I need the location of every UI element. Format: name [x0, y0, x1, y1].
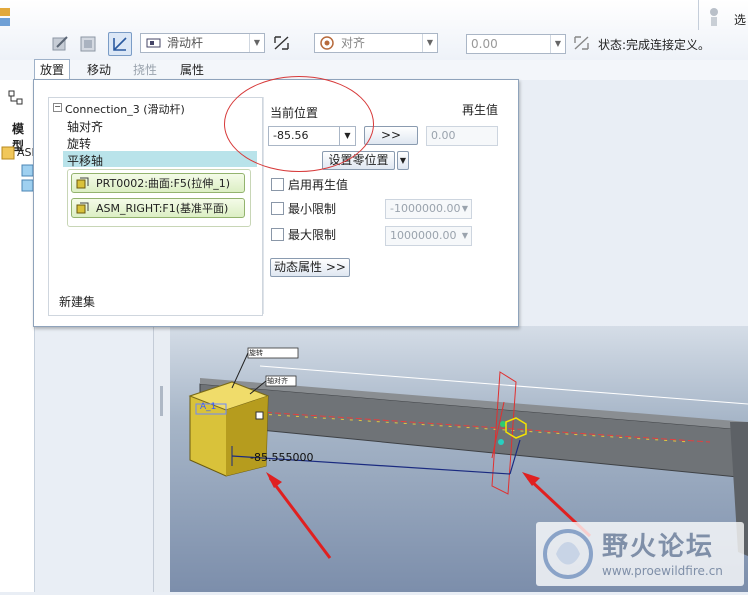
regen-value-input[interactable]: 0.00	[426, 126, 498, 146]
max-limit-label: 最大限制	[288, 228, 337, 242]
enable-regen-label: 启用再生值	[288, 178, 349, 192]
reference-datum-plane[interactable]: ASM_RIGHT:F1(基准平面)	[71, 198, 245, 218]
pause-icon[interactable]	[706, 6, 722, 28]
reference-surface[interactable]: PRT0002:曲面:F5(拉伸_1)	[71, 173, 245, 193]
dimension-label[interactable]: -85.555000	[250, 451, 313, 464]
tag-axis: 轴对齐	[267, 377, 288, 385]
max-limit-value: 1000000.00	[390, 229, 457, 242]
connection-icon[interactable]	[108, 32, 132, 56]
tree-item-rotation[interactable]: 旋转	[67, 135, 91, 152]
tab-properties[interactable]: 属性	[175, 60, 209, 80]
watermark: 野火论坛 www.proewildfire.cn	[536, 522, 744, 586]
connection-title[interactable]: Connection_3 (滑动杆)	[65, 101, 185, 117]
enable-regen-checkbox[interactable]	[271, 178, 284, 191]
chevron-down-icon[interactable]: ▼	[459, 227, 471, 245]
align-icon	[320, 36, 334, 50]
set-zero-dropdown[interactable]: ▼	[397, 151, 409, 170]
tree-item-axis-align[interactable]: 轴对齐	[67, 118, 103, 135]
model-tree-icon[interactable]	[8, 90, 24, 106]
chevron-down-icon: ▼	[249, 34, 264, 52]
min-limit-value: -1000000.00	[390, 202, 461, 215]
tree-item-translation-axis[interactable]: 平移轴	[67, 152, 103, 169]
reference-surface-label: PRT0002:曲面:F5(拉伸_1)	[96, 177, 231, 190]
dynamic-properties-button[interactable]: 动态属性 >>	[270, 258, 350, 277]
chevron-down-icon: ▼	[550, 35, 565, 53]
user-defined-icon[interactable]	[48, 32, 72, 56]
offset-value: 0.00	[471, 37, 498, 51]
offset-input[interactable]: 0.00 ▼	[466, 34, 566, 54]
watermark-url: www.proewildfire.cn	[602, 564, 723, 578]
constraint-value: 对齐	[341, 36, 366, 50]
max-limit-input[interactable]: 1000000.00 ▼	[385, 226, 472, 246]
part-icon	[21, 164, 34, 192]
flip-offset-icon[interactable]	[572, 34, 592, 52]
ribbon-toolbar: 滑动杆 ▼ 对齐 ▼ 0.00 ▼ 状态:完成连接定义。 选	[0, 0, 748, 61]
status-text: 状态:完成连接定义。	[598, 38, 711, 52]
divider	[698, 0, 699, 30]
tag-a1: A_1	[200, 402, 217, 412]
datum-plane-icon	[76, 202, 89, 214]
constraint-select[interactable]: 对齐 ▼	[314, 33, 438, 53]
annotation-circle	[224, 76, 374, 172]
chevron-down-icon: ▼	[422, 34, 437, 52]
tag-rotate: 旋转	[249, 349, 263, 357]
surface-ref-icon	[76, 177, 89, 189]
model-tree-pane: 模型 ASM	[0, 80, 41, 592]
assembly-icon	[1, 146, 15, 160]
app-icon	[0, 8, 10, 26]
tab-move[interactable]: 移动	[82, 60, 116, 80]
new-set-link[interactable]: 新建集	[59, 293, 95, 310]
chevron-down-icon[interactable]: ▼	[459, 200, 471, 218]
confirm-label[interactable]: 选	[734, 11, 746, 28]
connection-type-select[interactable]: 滑动杆 ▼	[140, 33, 265, 53]
reference-datum-label: ASM_RIGHT:F1(基准平面)	[96, 202, 229, 215]
flip-icon[interactable]	[272, 34, 292, 52]
min-limit-input[interactable]: -1000000.00 ▼	[385, 199, 472, 219]
min-limit-checkbox[interactable]	[271, 202, 284, 215]
connection-type-value: 滑动杆	[167, 36, 204, 50]
watermark-name: 野火论坛	[602, 532, 715, 562]
regen-value-text: 0.00	[431, 129, 456, 142]
slider-icon	[146, 38, 161, 48]
tab-flexibility[interactable]: 挠性	[128, 60, 162, 80]
component-icon[interactable]	[76, 32, 100, 56]
max-limit-checkbox[interactable]	[271, 228, 284, 241]
collapse-icon[interactable]: −	[53, 103, 62, 112]
watermark-logo-icon	[543, 529, 593, 579]
min-limit-label: 最小限制	[288, 202, 337, 216]
regen-value-label: 再生值	[462, 103, 499, 117]
tab-placement[interactable]: 放置	[34, 59, 71, 80]
